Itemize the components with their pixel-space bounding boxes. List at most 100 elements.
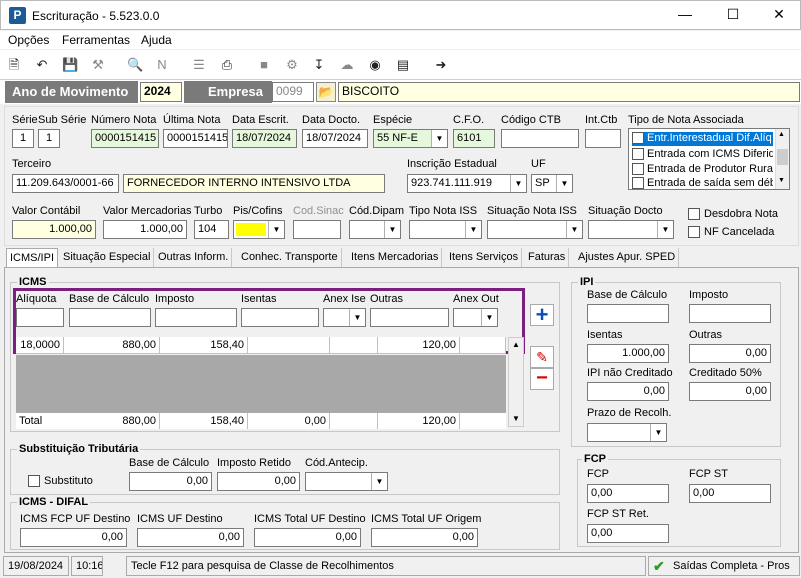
tab-ajustes-apur-sped[interactable]: Ajustes Apur. SPED [575, 248, 680, 268]
list-item[interactable]: Entrada de saída sem débi [647, 177, 773, 189]
icms-total-uf-origem-input[interactable]: 0,00 [371, 528, 478, 547]
add-row-button[interactable]: + [530, 304, 554, 326]
chevron-down-icon[interactable]: ▼ [384, 221, 400, 238]
tools-icon[interactable]: ⚒ [90, 57, 106, 73]
folder-open-icon[interactable]: 📂 [316, 82, 336, 102]
terceiro-nome-input[interactable]: FORNECEDOR INTERNO INTENSIVO LTDA [123, 174, 385, 193]
chevron-down-icon[interactable]: ▼ [556, 175, 572, 192]
imposto-input[interactable] [155, 308, 237, 327]
chevron-down-icon[interactable]: ▼ [510, 175, 526, 192]
outras-input[interactable] [370, 308, 449, 327]
cell-anex-ise[interactable] [330, 337, 378, 353]
edit-row-button[interactable]: ✎ [530, 346, 554, 368]
maximize-icon[interactable]: ☐ [723, 6, 743, 23]
chevron-down-icon[interactable]: ▼ [349, 309, 365, 326]
situacao-nota-iss-select[interactable]: ▼ [487, 220, 583, 239]
cfo-input[interactable]: 6101 [453, 129, 495, 148]
creditado-50-input[interactable]: 0,00 [689, 382, 771, 401]
chevron-down-icon[interactable]: ▼ [371, 473, 387, 490]
tab-itens-mercadorias[interactable]: Itens Mercadorias [348, 248, 443, 268]
fcp-input[interactable]: 0,00 [587, 484, 669, 503]
tab-itens-servicos[interactable]: Itens Serviços [446, 248, 523, 268]
cloud-icon[interactable]: ☁ [339, 57, 355, 73]
tab-outras-inform[interactable]: Outras Inform. [155, 248, 233, 268]
codigo-ctb-input[interactable] [501, 129, 579, 148]
pis-cofins-select[interactable]: ▼ [233, 220, 285, 239]
scroll-down-icon[interactable]: ▼ [512, 414, 520, 423]
ipi-imposto-input[interactable] [689, 304, 771, 323]
folder-icon[interactable]: ■ [256, 57, 272, 73]
icms-uf-destino-input[interactable]: 0,00 [137, 528, 244, 547]
data-escrit-input[interactable]: 18/07/2024 [232, 129, 297, 148]
empresa-name-input[interactable]: BISCOITO [338, 82, 800, 102]
ipi-base-input[interactable] [587, 304, 669, 323]
chevron-down-icon[interactable]: ▼ [566, 221, 582, 238]
cod-dipam-select[interactable]: ▼ [349, 220, 401, 239]
cod-sinac-input[interactable] [293, 220, 341, 239]
chevron-down-icon[interactable]: ▼ [657, 221, 673, 238]
print-icon[interactable]: ⎙ [219, 57, 235, 73]
ano-input[interactable]: 2024 [140, 82, 182, 102]
ipi-nao-creditado-input[interactable]: 0,00 [587, 382, 669, 401]
nfe-icon[interactable]: N [154, 57, 170, 73]
sub-serie-input[interactable]: 1 [38, 129, 60, 148]
desdobra-nota-checkbox[interactable] [688, 208, 700, 220]
ipi-isentas-input[interactable]: 1.000,00 [587, 344, 669, 363]
exit-icon[interactable]: ➜ [433, 57, 449, 73]
icms-total-uf-destino-input[interactable]: 0,00 [254, 528, 361, 547]
serie-input[interactable]: 1 [12, 129, 34, 148]
st-imposto-input[interactable]: 0,00 [217, 472, 300, 491]
especie-select[interactable]: 55 NF-E ▼ [373, 129, 448, 148]
tipo-nota-iss-select[interactable]: ▼ [409, 220, 482, 239]
data-docto-input[interactable]: 18/07/2024 [302, 129, 368, 148]
anex-out-select[interactable]: ▼ [453, 308, 498, 327]
money-bag-icon[interactable]: ◉ [367, 57, 383, 73]
terceiro-doc-input[interactable]: 11.209.643/0001-66 [12, 174, 119, 193]
menu-ferramentas[interactable]: Ferramentas [62, 33, 130, 47]
tree-list-icon[interactable]: ☰ [191, 57, 207, 73]
tab-faturas[interactable]: Faturas [525, 248, 570, 268]
tab-conhec-transporte[interactable]: Conhec. Transporte [238, 248, 342, 268]
fcp-st-ret-input[interactable]: 0,00 [587, 524, 669, 543]
nf-cancelada-checkbox[interactable] [688, 226, 700, 238]
chevron-down-icon[interactable]: ▼ [650, 424, 666, 441]
menu-ajuda[interactable]: Ajuda [141, 33, 172, 47]
tipo-nota-checkbox-3[interactable] [632, 163, 644, 175]
cell-imposto[interactable]: 158,40 [160, 337, 248, 353]
minimize-icon[interactable]: — [675, 6, 695, 22]
aliquota-input[interactable] [16, 308, 64, 327]
uf-select[interactable]: SP ▼ [531, 174, 573, 193]
grid-scrollbar[interactable]: ▲ ▼ [508, 337, 524, 427]
print-preview-icon[interactable]: 🔍 [127, 57, 143, 73]
document-list-icon[interactable]: ▤ [395, 57, 411, 73]
cell-isentas[interactable] [248, 337, 330, 353]
scroll-up-icon[interactable]: ▲ [512, 340, 520, 349]
menu-opcoes[interactable]: Opções [8, 33, 49, 47]
st-base-input[interactable]: 0,00 [129, 472, 212, 491]
tipo-nota-checkbox-1[interactable] [632, 132, 644, 144]
numero-nota-input[interactable]: 0000151415 [91, 129, 159, 148]
list-item[interactable]: Entr.Interestadual Dif.Alíq [647, 132, 773, 144]
undo-icon[interactable]: ↶ [34, 57, 50, 73]
substituto-checkbox[interactable] [28, 475, 40, 487]
fcp-st-input[interactable]: 0,00 [689, 484, 771, 503]
situacao-docto-select[interactable]: ▼ [588, 220, 674, 239]
cod-antecip-select[interactable]: ▼ [305, 472, 388, 491]
save-icon[interactable]: 💾 [62, 57, 78, 73]
scroll-down-icon[interactable]: ▼ [778, 177, 785, 184]
table-row[interactable]: 18,0000 880,00 158,40 120,00 [16, 337, 506, 354]
ipi-outras-input[interactable]: 0,00 [689, 344, 771, 363]
download-icon[interactable]: ↧ [311, 57, 327, 73]
icms-fcp-uf-destino-input[interactable]: 0,00 [20, 528, 127, 547]
ultima-nota-input[interactable]: 0000151415 [163, 129, 228, 148]
chevron-down-icon[interactable]: ▼ [431, 130, 447, 147]
tipo-nota-listbox[interactable]: Entr.Interestadual Dif.Alíq Entrada com … [628, 128, 790, 190]
remove-row-button[interactable]: − [530, 368, 554, 390]
inscricao-estadual-select[interactable]: 923.741.111.919 ▼ [407, 174, 527, 193]
tab-icms-ipi[interactable]: ICMS/IPI [6, 248, 59, 268]
tab-situacao-especial[interactable]: Situação Especial [60, 248, 155, 268]
turbo-input[interactable]: 104 [194, 220, 229, 239]
new-document-icon[interactable]: 🗎 [6, 57, 22, 73]
tipo-nota-checkbox-2[interactable] [632, 148, 644, 160]
prazo-recolh-select[interactable]: ▼ [587, 423, 667, 442]
